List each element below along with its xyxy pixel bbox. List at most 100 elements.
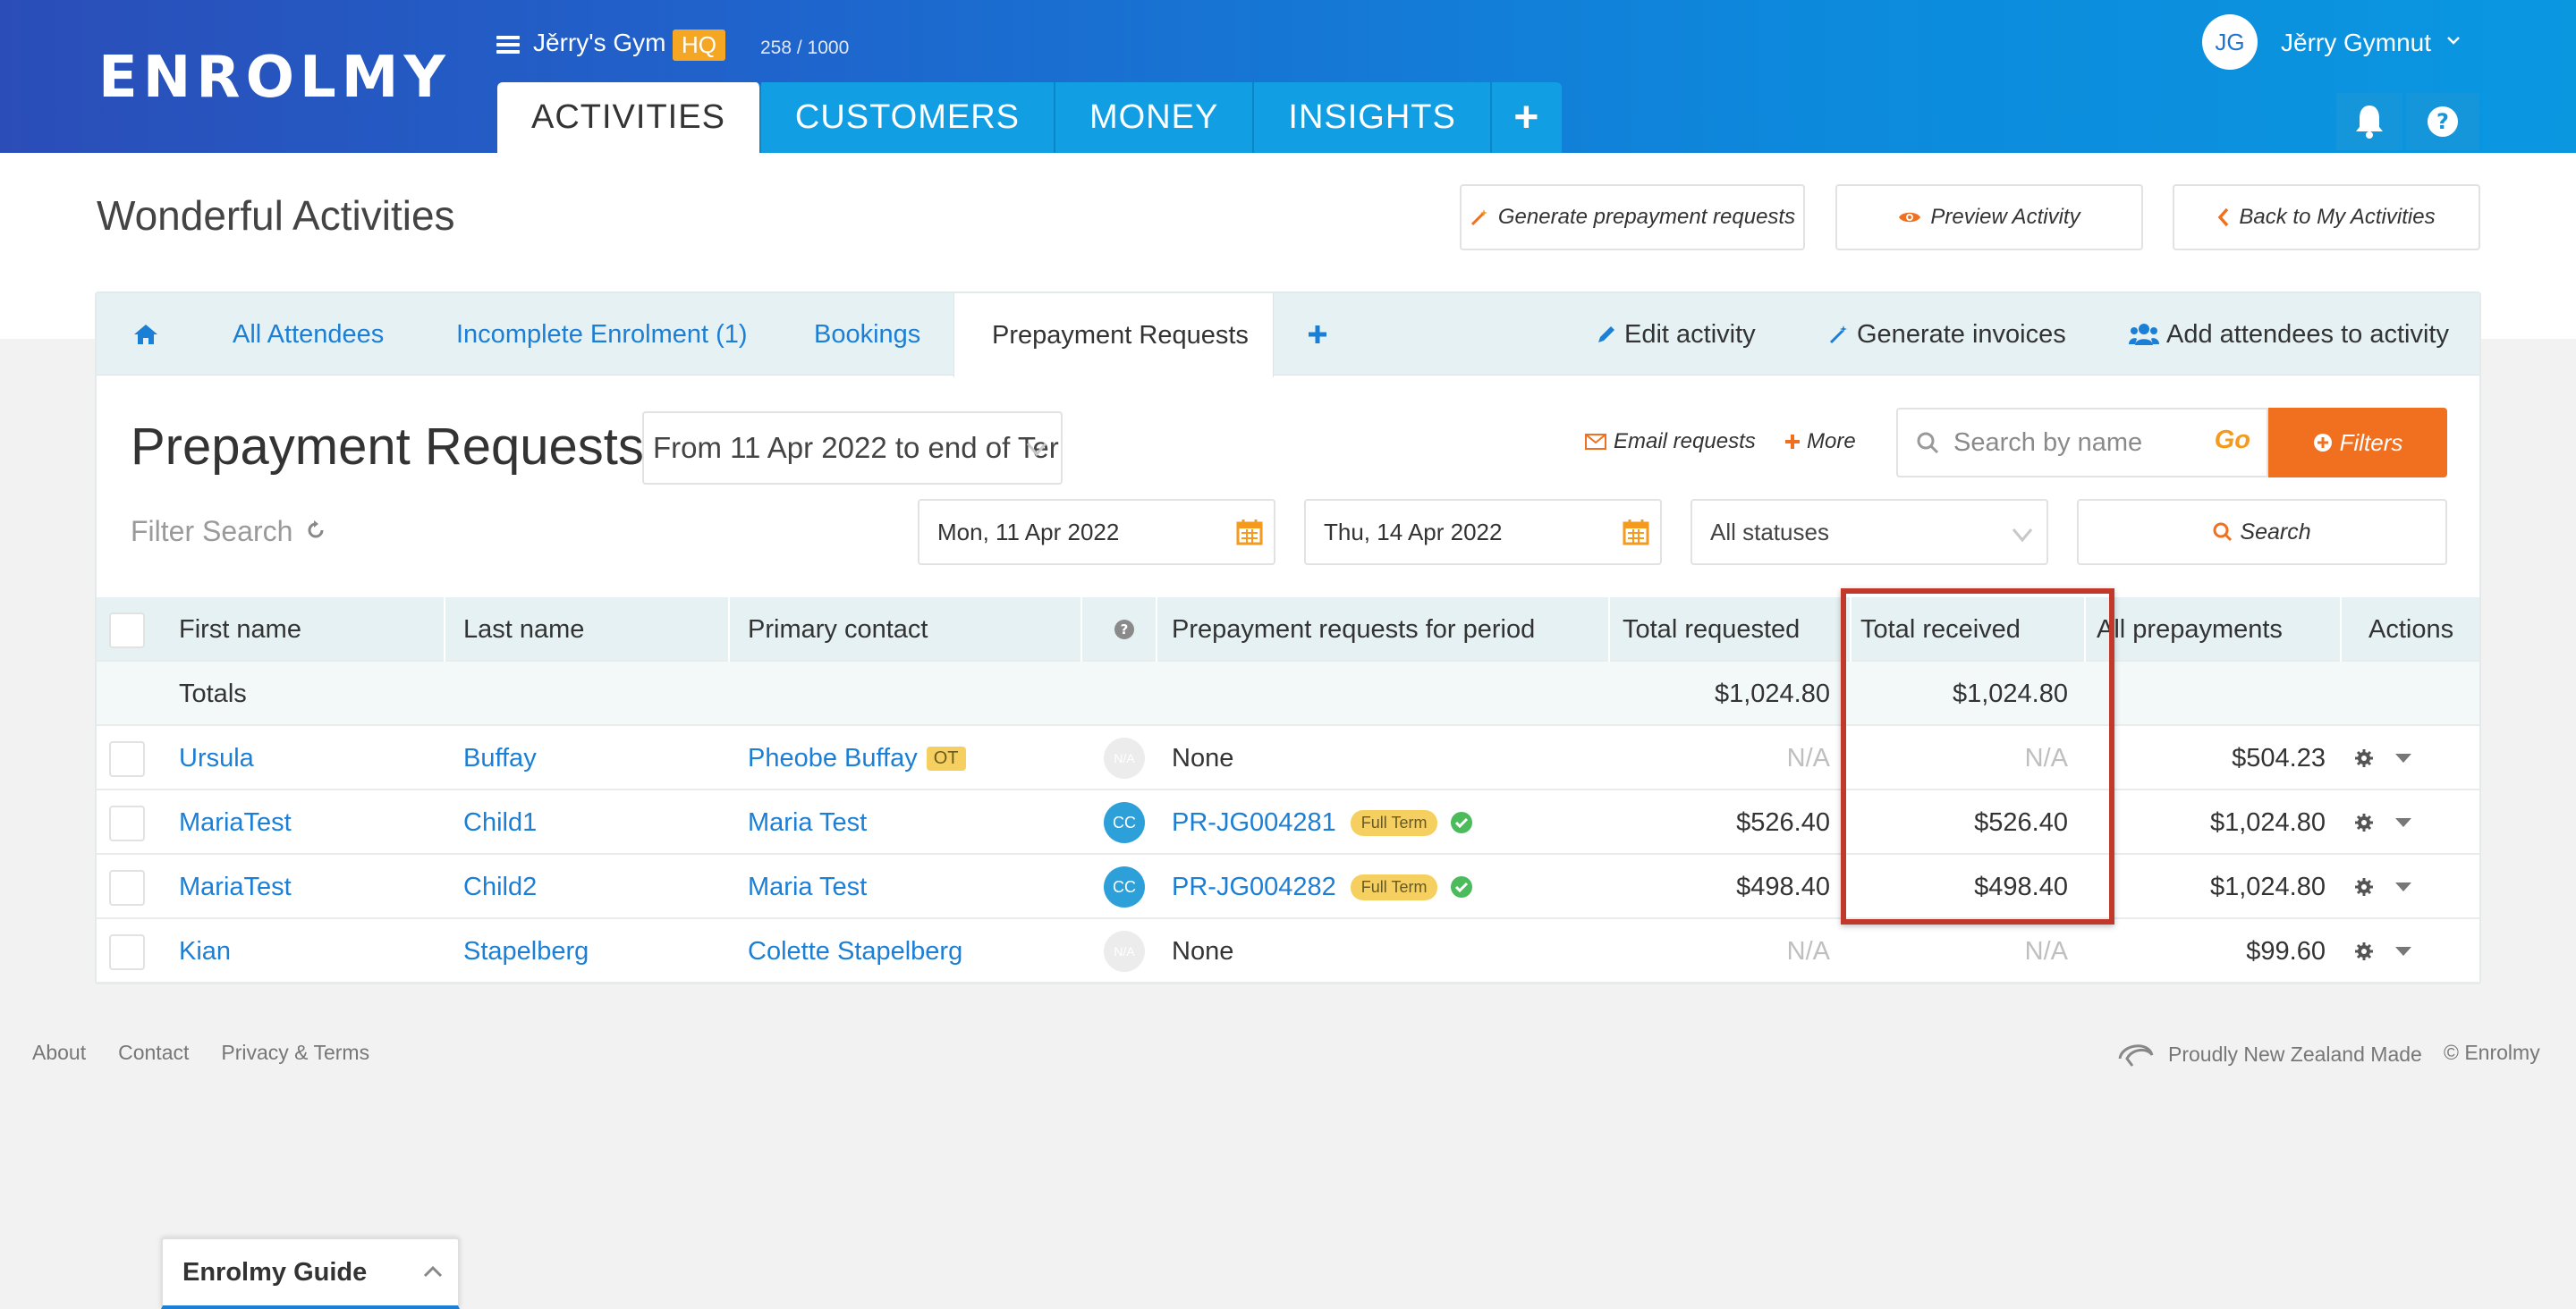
chevron-up-icon[interactable] xyxy=(422,1264,444,1279)
gym-name[interactable]: Jěrry's Gym xyxy=(533,29,665,57)
magic-wand-icon xyxy=(1470,209,1487,226)
search-input[interactable] xyxy=(1953,427,2213,458)
contact-avatar-cell: CC xyxy=(1102,790,1147,855)
primary-contact-cell: Maria Test xyxy=(748,790,867,855)
generate-prepayment-requests-button[interactable]: Generate prepayment requests xyxy=(1460,184,1805,250)
generate-invoices-button[interactable]: Generate invoices xyxy=(1828,293,2066,376)
all-prepayments-cell: $1,024.80 xyxy=(2209,872,2326,901)
column-header-actions: Actions xyxy=(2368,614,2454,644)
column-header-total-requested[interactable]: Total requested xyxy=(1623,597,1800,662)
user-name[interactable]: Jěrry Gymnut xyxy=(2281,29,2431,57)
tab-prepayment-requests[interactable]: Prepayment Requests xyxy=(953,293,1274,377)
back-to-my-activities-label: Back to My Activities xyxy=(2239,205,2436,229)
select-all-checkbox[interactable] xyxy=(109,612,145,648)
preview-activity-button[interactable]: Preview Activity xyxy=(1835,184,2143,250)
user-avatar[interactable]: JG xyxy=(2202,14,2258,70)
column-header-prepayment-requests[interactable]: Prepayment requests for period xyxy=(1172,597,1535,662)
row-actions xyxy=(2354,790,2462,855)
column-header-all-prepayments[interactable]: All prepayments xyxy=(2097,597,2283,662)
edit-activity-button[interactable]: Edit activity xyxy=(1596,293,1756,376)
add-tab-button[interactable]: + xyxy=(1491,82,1562,153)
prepayment-request-cell: None xyxy=(1172,936,1234,966)
tab-customers[interactable]: CUSTOMERS xyxy=(760,82,1056,153)
add-subtab-button[interactable] xyxy=(1306,293,1329,376)
footer-about-link[interactable]: About xyxy=(32,1041,86,1065)
hamburger-menu-icon[interactable] xyxy=(496,36,520,54)
last-name-link[interactable]: Child1 xyxy=(463,790,537,855)
chevron-down-icon[interactable] xyxy=(2394,944,2413,959)
chevron-down-icon[interactable] xyxy=(2446,27,2461,52)
footer-privacy-link[interactable]: Privacy & Terms xyxy=(221,1041,369,1065)
tab-activities[interactable]: ACTIVITIES xyxy=(497,82,761,153)
first-name-link[interactable]: Ursula xyxy=(179,726,254,790)
date-to-field[interactable]: Thu, 14 Apr 2022 xyxy=(1304,499,1662,565)
avatar: N/A xyxy=(1104,931,1145,972)
column-header-total-received[interactable]: Total received xyxy=(1860,597,2021,662)
gear-icon[interactable] xyxy=(2354,748,2374,768)
prepayment-request-cell: None xyxy=(1172,743,1234,773)
last-name-link[interactable]: Stapelberg xyxy=(463,919,589,984)
row-checkbox[interactable] xyxy=(109,806,145,841)
search-button[interactable]: Search xyxy=(2077,499,2447,565)
status-select[interactable]: All statuses xyxy=(1690,499,2048,565)
chevron-down-icon[interactable] xyxy=(2394,751,2413,765)
eye-icon xyxy=(1899,212,1921,223)
bell-icon[interactable] xyxy=(2336,93,2402,150)
home-icon[interactable] xyxy=(132,293,159,376)
row-checkbox[interactable] xyxy=(109,870,145,906)
first-name-link[interactable]: MariaTest xyxy=(179,855,292,919)
first-name-link[interactable]: Kian xyxy=(179,919,231,984)
back-to-my-activities-button[interactable]: Back to My Activities xyxy=(2173,184,2480,250)
chevron-down-icon[interactable] xyxy=(2394,815,2413,830)
primary-contact-link[interactable]: Pheobe Buffay xyxy=(748,744,918,773)
more-button[interactable]: More xyxy=(1784,429,1856,454)
last-name-link[interactable]: Child2 xyxy=(463,855,537,919)
column-header-first-name[interactable]: First name xyxy=(179,597,301,662)
totals-total-requested: $1,024.80 xyxy=(1714,679,1830,708)
tab-all-attendees[interactable]: All Attendees xyxy=(233,293,384,376)
footer-contact-link[interactable]: Contact xyxy=(118,1041,189,1065)
tab-incomplete-enrolment[interactable]: Incomplete Enrolment (1) xyxy=(456,293,748,376)
period-select[interactable]: From 11 Apr 2022 to end of Term 1 2022 xyxy=(642,411,1063,485)
chevron-down-icon[interactable] xyxy=(2394,880,2413,894)
column-header-primary-contact[interactable]: Primary contact xyxy=(748,597,928,662)
tab-bookings[interactable]: Bookings xyxy=(814,293,920,376)
tab-insights[interactable]: INSIGHTS xyxy=(1254,82,1492,153)
enrolmy-logo[interactable]: ENROLMY xyxy=(98,45,451,111)
date-from-field[interactable]: Mon, 11 Apr 2022 xyxy=(918,499,1275,565)
filters-button[interactable]: Filters xyxy=(2268,408,2447,477)
row-actions xyxy=(2354,726,2462,790)
row-actions xyxy=(2354,919,2462,984)
last-name-link[interactable]: Buffay xyxy=(463,726,537,790)
question-icon[interactable]: ? xyxy=(1102,597,1147,662)
gear-icon[interactable] xyxy=(2354,942,2374,961)
prepayment-request-link[interactable]: PR-JG004282 xyxy=(1172,873,1336,902)
primary-contact-link[interactable]: Maria Test xyxy=(748,873,867,902)
go-button[interactable]: Go xyxy=(2215,426,2250,455)
column-header-last-name[interactable]: Last name xyxy=(463,597,584,662)
footer-links: About Contact Privacy & Terms xyxy=(32,1041,369,1065)
gear-icon[interactable] xyxy=(2354,813,2374,832)
first-name-link[interactable]: MariaTest xyxy=(179,790,292,855)
generate-prepayment-requests-label: Generate prepayment requests xyxy=(1497,205,1796,229)
help-icon[interactable]: ? xyxy=(2406,93,2479,150)
gear-icon[interactable] xyxy=(2354,877,2374,897)
all-prepayments-cell: $99.60 xyxy=(2246,936,2326,966)
primary-contact-link[interactable]: Maria Test xyxy=(748,808,867,838)
row-checkbox[interactable] xyxy=(109,934,145,970)
reset-icon[interactable] xyxy=(304,519,327,542)
calendar-icon[interactable] xyxy=(1623,519,1649,545)
svg-text:?: ? xyxy=(2436,109,2449,134)
name-search-box[interactable]: Go xyxy=(1896,408,2268,477)
row-checkbox[interactable] xyxy=(109,741,145,777)
email-requests-button[interactable]: Email requests xyxy=(1585,429,1756,454)
copyright: © Enrolmy xyxy=(2444,1041,2540,1064)
primary-contact-link[interactable]: Colette Stapelberg xyxy=(748,937,962,967)
enrolmy-guide-widget[interactable]: Enrolmy Guide xyxy=(161,1237,460,1309)
calendar-icon[interactable] xyxy=(1236,519,1263,545)
users-icon xyxy=(2129,324,2159,345)
add-attendees-button[interactable]: Add attendees to activity xyxy=(2129,293,2449,376)
prepayment-request-link[interactable]: PR-JG004281 xyxy=(1172,808,1336,838)
plus-circle-icon xyxy=(2313,434,2332,452)
tab-money[interactable]: MONEY xyxy=(1055,82,1255,153)
